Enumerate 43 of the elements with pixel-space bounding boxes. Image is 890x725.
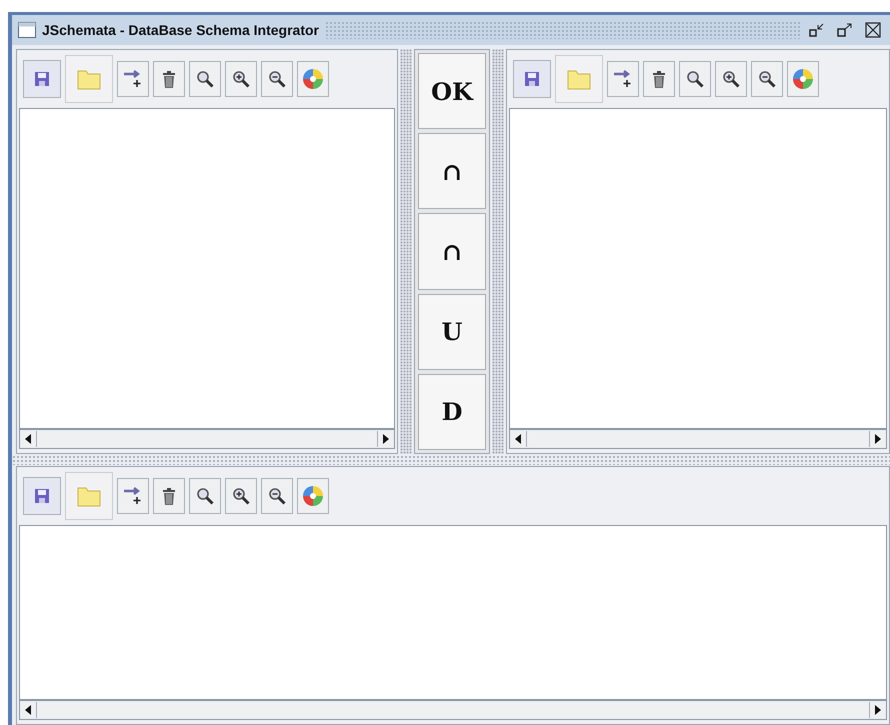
toolbar-button[interactable] xyxy=(153,478,185,514)
arrow-plus-icon xyxy=(123,70,143,88)
toolbar-button[interactable] xyxy=(679,61,711,97)
trash-icon xyxy=(162,488,176,504)
operation-button[interactable]: OK xyxy=(418,53,486,130)
save-icon xyxy=(34,488,50,504)
operation-button[interactable]: D xyxy=(418,374,486,450)
window-icon xyxy=(18,22,36,38)
toolbar-button[interactable] xyxy=(189,61,221,97)
arrow-plus-icon xyxy=(123,487,143,505)
save-icon xyxy=(34,71,50,87)
zoom-in-icon xyxy=(232,487,250,505)
search-icon xyxy=(196,70,214,88)
horizontal-scrollbar[interactable] xyxy=(19,700,887,720)
operation-button[interactable]: ∩ xyxy=(418,213,486,290)
toolbar-button[interactable] xyxy=(261,478,293,514)
operation-button[interactable]: U xyxy=(418,294,486,370)
toolbar-button[interactable] xyxy=(225,478,257,514)
save-icon xyxy=(524,71,540,87)
trash-icon xyxy=(652,70,666,88)
toolbar-button[interactable] xyxy=(225,61,257,97)
zoom-in-icon xyxy=(232,70,250,88)
window-title: JSchemata - DataBase Schema Integrator xyxy=(42,22,319,38)
zoom-out-icon xyxy=(268,70,286,88)
color-wheel-icon xyxy=(302,68,324,90)
operation-button[interactable]: ∩ xyxy=(418,133,486,210)
color-wheel-icon xyxy=(302,485,324,507)
trash-icon xyxy=(162,70,176,88)
toolbar-button[interactable] xyxy=(643,61,675,97)
toolbar-button[interactable] xyxy=(261,61,293,97)
arrow-plus-icon xyxy=(613,70,633,88)
zoom-out-icon xyxy=(268,487,286,505)
toolbar-button[interactable] xyxy=(189,478,221,514)
horizontal-scrollbar[interactable] xyxy=(19,429,395,449)
search-icon xyxy=(196,487,214,505)
horizontal-scrollbar[interactable] xyxy=(509,429,887,449)
toolbar-button[interactable] xyxy=(715,61,747,97)
toolbar-button[interactable] xyxy=(153,61,185,97)
search-icon xyxy=(686,70,704,88)
zoom-out-icon xyxy=(758,70,776,88)
zoom-in-icon xyxy=(722,70,740,88)
color-wheel-icon xyxy=(792,68,814,90)
toolbar-button[interactable] xyxy=(751,61,783,97)
